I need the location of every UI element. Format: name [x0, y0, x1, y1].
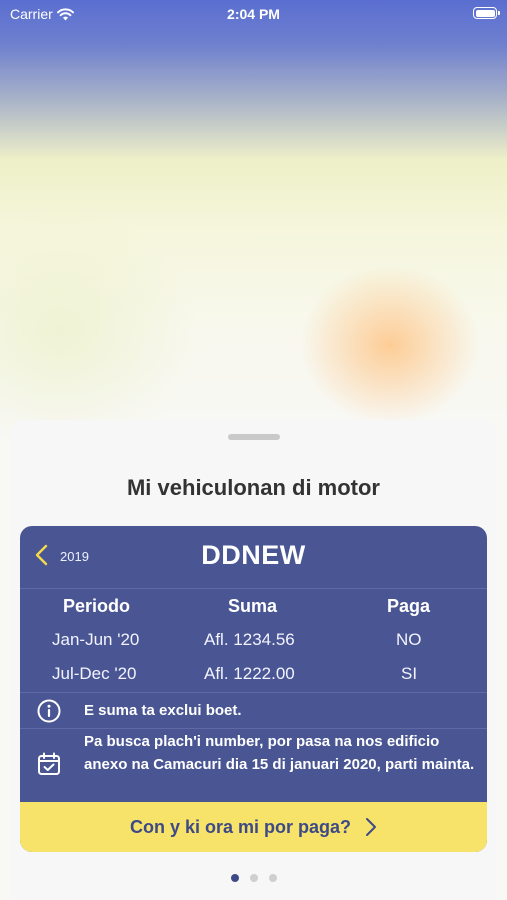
- page-dot[interactable]: [249, 874, 258, 882]
- info-note-row: E suma ta exclui boet.: [20, 692, 487, 728]
- bottom-sheet: Mi vehiculonan di motor 2019 DDNEW Perio…: [10, 420, 497, 900]
- column-header-amount: Suma: [228, 596, 278, 616]
- calendar-note-row: Pa busca plach'i number, por pasa na nos…: [20, 728, 487, 802]
- cta-label: Con y ki ora mi por paga?: [129, 816, 352, 837]
- row-amount: Afl. 1222.00: [204, 664, 295, 683]
- status-time: 2:04 PM: [227, 6, 280, 22]
- row-period: Jul-Dec '20: [52, 664, 137, 683]
- row-paid-status: NO: [396, 630, 422, 649]
- page-indicator[interactable]: [10, 874, 497, 882]
- info-note-text: E suma ta exclui boet.: [84, 702, 242, 719]
- info-icon: [37, 699, 61, 723]
- calendar-check-icon: [38, 752, 60, 775]
- row-period: Jan-Jun '20: [52, 630, 140, 649]
- sheet-grabber-handle[interactable]: [228, 434, 280, 440]
- row-amount: Afl. 1234.56: [204, 630, 295, 649]
- status-bar: Carrier 2:04 PM: [0, 0, 507, 28]
- calendar-note-text: Pa busca plach'i number, por pasa na nos…: [84, 733, 475, 773]
- chevron-right-icon: [366, 818, 377, 836]
- page-dot-active[interactable]: [230, 874, 239, 882]
- column-header-period: Periodo: [63, 596, 131, 616]
- divider: [20, 588, 487, 589]
- row-paid-status: SI: [401, 664, 418, 683]
- when-can-i-pay-button[interactable]: Con y ki ora mi por paga?: [20, 802, 487, 852]
- sheet-title: Mi vehiculonan di motor: [126, 475, 380, 500]
- page-dot[interactable]: [268, 874, 277, 882]
- vehicle-card: 2019 DDNEW Periodo Suma Paga Jan-Jun '20…: [20, 526, 487, 852]
- battery-icon: [473, 7, 500, 19]
- column-header-paid: Paga: [387, 596, 431, 616]
- license-plate: DDNEW: [201, 540, 306, 570]
- vehicle-card-header: 2019 DDNEW: [20, 526, 487, 588]
